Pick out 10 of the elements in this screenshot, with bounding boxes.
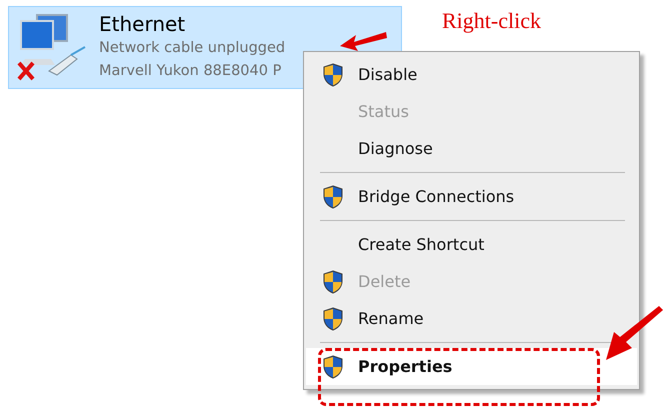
adapter-status: Network cable unplugged — [99, 39, 286, 58]
menu-item[interactable]: Create Shortcut — [306, 226, 637, 263]
menu-item[interactable]: Properties — [306, 348, 637, 385]
adapter-name: Ethernet — [99, 11, 186, 37]
menu-item[interactable]: Rename — [306, 300, 637, 337]
pointer-arrow — [604, 306, 663, 362]
adapter-device: Marvell Yukon 88E8040 P — [99, 62, 282, 81]
menu-item[interactable]: Diagnose — [306, 130, 637, 167]
annotation-label: Right-click — [442, 8, 541, 34]
menu-item[interactable]: Bridge Connections — [306, 178, 637, 215]
